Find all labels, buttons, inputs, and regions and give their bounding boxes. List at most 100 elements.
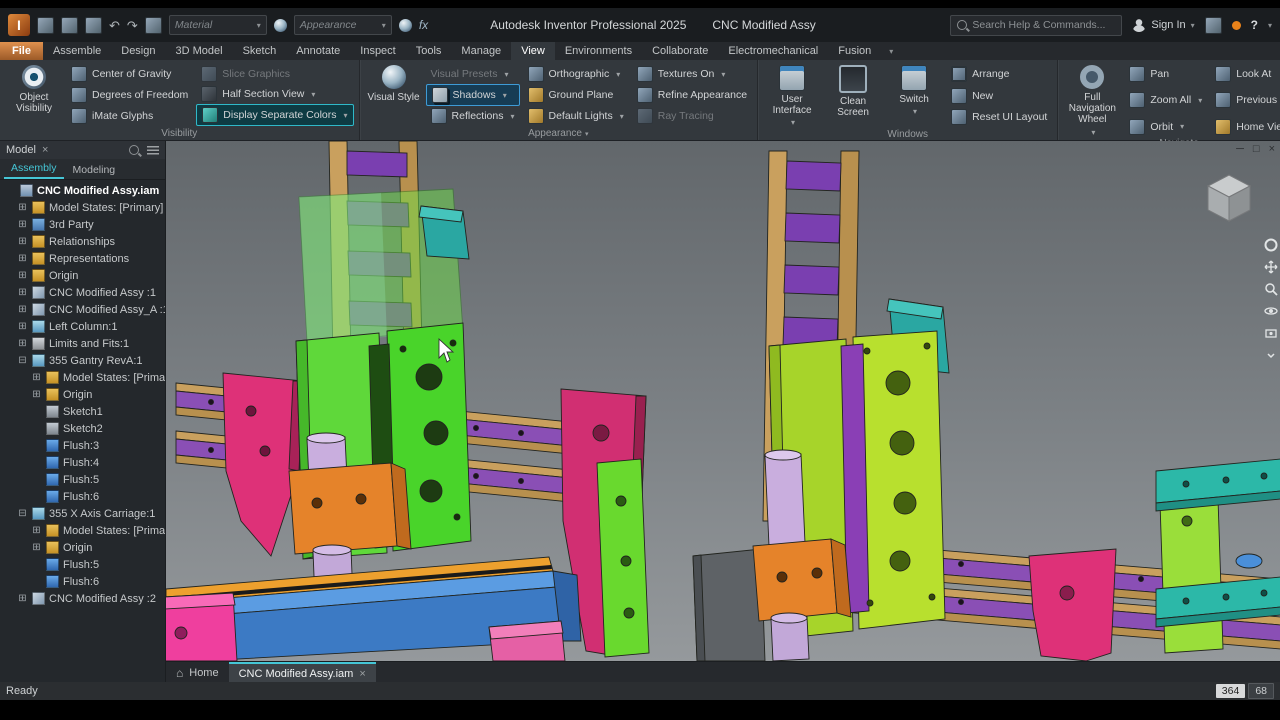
tree-item-root[interactable]: CNC Modified Assy.iam — [0, 182, 165, 199]
new-file-icon[interactable] — [37, 17, 54, 34]
look-at-button[interactable] — [1263, 325, 1278, 340]
ground-plane-button[interactable]: Ground Plane — [523, 85, 629, 105]
browser-tab-modeling[interactable]: Modeling — [66, 162, 123, 179]
expand-toggle[interactable]: ⊞ — [17, 270, 28, 281]
pink-plate-right[interactable] — [1029, 549, 1116, 661]
inventor-logo-icon[interactable]: I — [8, 14, 30, 36]
tab-file[interactable]: File — [0, 42, 43, 60]
previous-view-button[interactable]: Previous — [1210, 90, 1280, 110]
zoom-all-button[interactable]: Zoom All — [1124, 90, 1207, 110]
redo-icon[interactable]: ↷ — [127, 18, 138, 33]
tab-view[interactable]: View — [511, 42, 555, 60]
tab-manage[interactable]: Manage — [451, 42, 511, 60]
pink-block-bottom[interactable] — [489, 621, 565, 661]
tree-item[interactable]: ⊞Model States: [Primary] — [0, 199, 165, 216]
tab-environments[interactable]: Environments — [555, 42, 642, 60]
material-dropdown[interactable]: Material ▾ — [169, 15, 267, 35]
3d-viewport[interactable]: ─ □ × — [166, 141, 1280, 661]
tree-item[interactable]: ⊞3rd Party — [0, 216, 165, 233]
help-icon[interactable]: ? — [1251, 18, 1258, 32]
navigation-more-chevron-icon[interactable] — [1263, 347, 1278, 362]
reset-ui-layout-button[interactable]: Reset UI Layout — [946, 107, 1052, 127]
half-section-view-button[interactable]: Half Section View — [196, 84, 353, 104]
ribbon-options-chevron-icon[interactable]: ▾ — [881, 42, 901, 60]
tab-fusion[interactable]: Fusion — [828, 42, 881, 60]
tree-item[interactable]: ⊞Representations — [0, 250, 165, 267]
display-separate-colors-button[interactable]: Display Separate Colors — [196, 104, 353, 126]
browser-header[interactable]: Model × — [0, 141, 165, 159]
tree-item[interactable]: Sketch2 — [0, 420, 165, 437]
tab-active-document[interactable]: CNC Modified Assy.iam × — [229, 662, 376, 684]
tree-item[interactable]: ⊞Left Column:1 — [0, 318, 165, 335]
tree-item[interactable]: ⊞CNC Modified Assy_A :1 — [0, 301, 165, 318]
tree-item[interactable]: ⊞Model States: [Primary] — [0, 522, 165, 539]
green-plate-center[interactable] — [597, 459, 649, 657]
browser-menu-icon[interactable] — [147, 146, 159, 155]
doc-restore-icon[interactable]: □ — [1253, 142, 1260, 156]
cart-icon[interactable] — [1205, 17, 1222, 34]
tree-item[interactable]: Flush:4 — [0, 454, 165, 471]
user-interface-button[interactable]: User Interface — [763, 63, 821, 128]
refine-appearance-button[interactable]: Refine Appearance — [632, 85, 752, 105]
imate-glyphs-button[interactable]: iMate Glyphs — [66, 106, 193, 126]
left-z-axis-tower[interactable] — [289, 141, 471, 604]
expand-toggle[interactable]: ⊞ — [17, 202, 28, 213]
home-view-button[interactable]: Home View — [1210, 117, 1280, 137]
tree-item[interactable]: Flush:6 — [0, 488, 165, 505]
expand-toggle[interactable]: ⊞ — [17, 253, 28, 264]
tree-item[interactable]: ⊞Model States: [Primary] — [0, 369, 165, 386]
doc-minimize-icon[interactable]: ─ — [1236, 142, 1244, 156]
browser-close-icon[interactable]: × — [42, 144, 48, 156]
expand-toggle[interactable]: ⊞ — [31, 525, 42, 536]
expand-toggle[interactable]: ⊞ — [17, 304, 28, 315]
expand-toggle[interactable]: ⊞ — [17, 321, 28, 332]
expand-toggle[interactable]: ⊟ — [17, 355, 28, 366]
tree-item[interactable]: ⊞CNC Modified Assy :1 — [0, 284, 165, 301]
arrange-button[interactable]: Arrange — [946, 64, 1052, 84]
orbit-button[interactable]: Orbit — [1124, 117, 1207, 137]
save-icon[interactable] — [85, 17, 102, 34]
tree-item[interactable]: ⊟355 Gantry RevA:1 — [0, 352, 165, 369]
zoom-button[interactable] — [1263, 281, 1278, 296]
expand-toggle[interactable]: ⊟ — [17, 508, 28, 519]
reflections-button[interactable]: Reflections — [426, 106, 520, 126]
appearance-swatch-icon[interactable] — [399, 19, 412, 32]
appearance-group-label[interactable]: Appearance ▾ — [360, 127, 758, 140]
object-visibility-button[interactable]: Object Visibility — [5, 63, 63, 127]
expand-toggle[interactable]: ⊞ — [17, 287, 28, 298]
print-icon[interactable] — [145, 17, 162, 34]
new-window-button[interactable]: New — [946, 86, 1052, 106]
orbit-button[interactable] — [1263, 303, 1278, 318]
clean-screen-button[interactable]: Clean Screen — [824, 63, 882, 128]
textures-on-button[interactable]: Textures On — [632, 64, 752, 84]
tree-item[interactable]: ⊞Origin — [0, 386, 165, 403]
browser-tab-assembly[interactable]: Assembly — [4, 160, 64, 179]
navigation-wheel-button[interactable] — [1263, 237, 1278, 252]
tab-inspect[interactable]: Inspect — [350, 42, 405, 60]
tree-item[interactable]: ⊞Origin — [0, 267, 165, 284]
tab-tools[interactable]: Tools — [406, 42, 452, 60]
full-navigation-wheel-button[interactable]: Full Navigation Wheel — [1063, 63, 1121, 138]
cad-model-scene[interactable] — [166, 141, 1280, 661]
close-tab-icon[interactable]: × — [359, 668, 365, 680]
parameters-fx-icon[interactable]: fx — [419, 18, 428, 32]
orthographic-button[interactable]: Orthographic — [523, 64, 629, 84]
tree-item[interactable]: ⊞Relationships — [0, 233, 165, 250]
tree-item[interactable]: Sketch1 — [0, 403, 165, 420]
view-cube[interactable] — [1198, 167, 1260, 229]
tree-item[interactable]: Flush:5 — [0, 471, 165, 488]
appearance-dropdown[interactable]: Appearance ▾ — [294, 15, 392, 35]
browser-search-icon[interactable] — [129, 145, 139, 155]
open-file-icon[interactable] — [61, 17, 78, 34]
pan-button[interactable]: Pan — [1124, 64, 1207, 84]
tree-item[interactable]: ⊞Limits and Fits:1 — [0, 335, 165, 352]
magenta-plate-bottom-left[interactable] — [166, 593, 237, 661]
expand-toggle[interactable]: ⊞ — [17, 219, 28, 230]
expand-toggle[interactable]: ⊞ — [17, 593, 28, 604]
shadows-button[interactable]: Shadows — [426, 84, 520, 106]
tab-assemble[interactable]: Assemble — [43, 42, 111, 60]
expand-toggle[interactable]: ⊞ — [17, 338, 28, 349]
undo-icon[interactable]: ↶ — [109, 18, 120, 33]
expand-toggle[interactable]: ⊞ — [31, 372, 42, 383]
tree-item[interactable]: ⊞CNC Modified Assy :2 — [0, 590, 165, 607]
